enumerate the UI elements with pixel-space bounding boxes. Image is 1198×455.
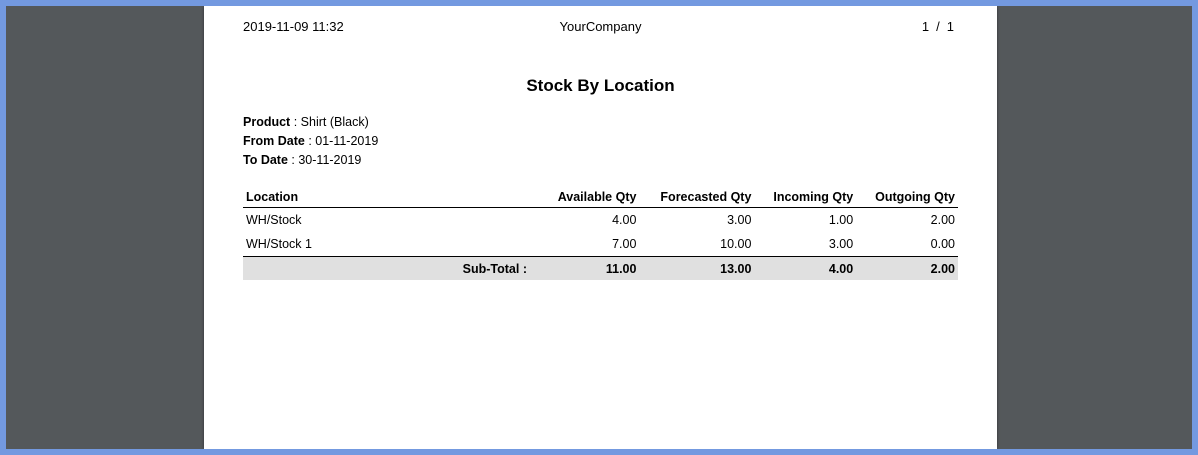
table-header-row: Location Available Qty Forecasted Qty In… (243, 186, 958, 208)
filter-from-date-value: : 01-11-2019 (308, 134, 379, 148)
page-separator: / (936, 19, 940, 34)
filter-to-date-value: : 30-11-2019 (291, 153, 362, 167)
filter-to-date-label: To Date (243, 153, 288, 167)
column-header-location: Location (243, 186, 539, 208)
page-counter: 1 / 1 (922, 19, 954, 35)
cell-incoming-qty: 3.00 (828, 237, 854, 251)
cell-available-qty: 4.00 (612, 213, 637, 227)
table-row: WH/Stock 4.00 3.00 1.00 2.00 (243, 208, 958, 233)
filter-from-date: From Date : 01-11-2019 (243, 132, 378, 151)
subtotal-forecasted-qty: 13.00 (639, 256, 755, 280)
report-title: Stock By Location (526, 76, 675, 95)
pdf-viewer[interactable]: 2019-11-09 11:32 YourCompany 1/1 Stock B… (6, 6, 1192, 449)
subtotal-available-qty: 11.00 (539, 256, 640, 280)
filter-from-date-label: From Date (243, 134, 305, 148)
report-page: 2019-11-09 11:32 YourCompany 1/1 Stock B… (204, 6, 997, 449)
cell-forecasted-qty: 3.00 (727, 213, 752, 227)
cell-outgoing-qty: 2.00 (930, 213, 955, 227)
cell-location: WH/Stock (246, 213, 302, 227)
cell-available-qty: 7.00 (612, 237, 637, 251)
column-header-forecasted-qty: Forecasted Qty (639, 186, 755, 208)
cell-incoming-qty: 1.00 (828, 213, 854, 227)
cell-outgoing-qty: 0.00 (930, 237, 955, 251)
filter-to-date: To Date : 30-11-2019 (243, 151, 378, 170)
filter-product-value: : Shirt (Black) (293, 115, 369, 129)
table-row: WH/Stock 1 7.00 10.00 3.00 0.00 (243, 232, 958, 257)
report-filters: Product : Shirt (Black) From Date : 01-1… (243, 113, 378, 170)
page-total: 1 (946, 19, 954, 34)
column-header-outgoing-qty: Outgoing Qty (856, 186, 958, 208)
subtotal-label: Sub-Total : (243, 256, 539, 280)
cell-location: WH/Stock 1 (246, 237, 312, 251)
subtotal-row: Sub-Total : 11.00 13.00 4.00 2.00 (243, 256, 958, 280)
filter-product-label: Product (243, 115, 291, 129)
company-name: YourCompany (559, 19, 642, 34)
page-current: 1 (921, 19, 930, 34)
stock-table: Location Available Qty Forecasted Qty In… (243, 186, 958, 280)
column-header-incoming-qty: Incoming Qty (754, 186, 857, 208)
subtotal-incoming-qty: 4.00 (754, 256, 857, 280)
subtotal-outgoing-qty: 2.00 (856, 256, 958, 280)
cell-forecasted-qty: 10.00 (720, 237, 752, 251)
filter-product: Product : Shirt (Black) (243, 113, 378, 132)
column-header-available-qty: Available Qty (539, 186, 640, 208)
